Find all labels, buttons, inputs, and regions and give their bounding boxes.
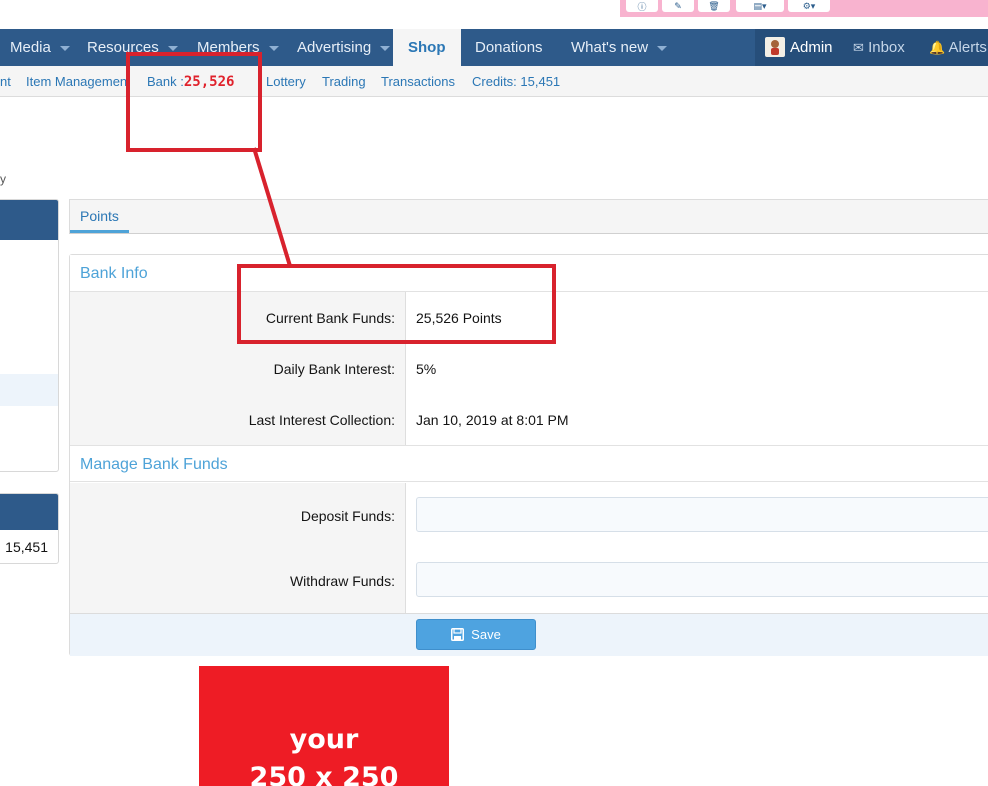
nav-tab-advertising[interactable]: Advertising xyxy=(297,29,391,66)
save-button-label: Save xyxy=(471,627,501,642)
withdraw-label: Withdraw Funds: xyxy=(289,573,395,589)
manage-funds-header: Manage Bank Funds xyxy=(70,445,988,482)
bell-icon: 🔔 xyxy=(929,40,946,55)
sidebar-credits-panel: 15,451 xyxy=(0,493,59,564)
annotation-box-funds xyxy=(237,264,556,344)
daily-interest-label: Daily Bank Interest: xyxy=(273,361,395,377)
subnav-item-transactions[interactable]: Transactions xyxy=(381,66,455,97)
nav-tab-shop[interactable]: Shop xyxy=(393,29,461,66)
last-collection-value: Jan 10, 2019 at 8:01 PM xyxy=(416,412,569,428)
deposit-input[interactable] xyxy=(416,497,988,532)
sidebar-credits-value: 15,451 xyxy=(5,539,48,555)
tab-bar: Points xyxy=(69,199,988,234)
tab-points[interactable]: Points xyxy=(70,200,129,233)
inbox-link[interactable]: ✉ Inbox xyxy=(853,29,905,66)
subnav-item-credits[interactable]: Credits: 15,451 xyxy=(472,66,560,97)
subnav-item-item-management[interactable]: Item Managemen xyxy=(26,66,127,97)
envelope-icon: ✉ xyxy=(853,40,864,55)
chevron-down-icon[interactable] xyxy=(167,45,178,51)
chevron-down-icon[interactable] xyxy=(657,45,668,51)
nav-tab-donations[interactable]: Donations xyxy=(475,29,543,66)
sidebar-panel-header xyxy=(0,200,58,240)
subnav-item-account[interactable]: nt xyxy=(0,66,11,97)
nav-tab-whats-new[interactable]: What's new xyxy=(571,29,668,66)
save-button[interactable]: Save xyxy=(416,619,536,650)
withdraw-input[interactable] xyxy=(416,562,988,597)
chart-dropdown-icon[interactable]: ▤▾ xyxy=(736,0,784,12)
annotation-connector-line xyxy=(252,147,292,267)
floppy-disk-icon xyxy=(451,628,465,641)
ad-banner[interactable]: your 250 x 250 xyxy=(199,666,449,786)
breadcrumb-fragment: y xyxy=(0,172,6,186)
alerts-link[interactable]: 🔔 Alerts xyxy=(929,29,987,66)
annotation-box-bank xyxy=(126,52,262,152)
daily-interest-value: 5% xyxy=(416,361,437,377)
form-footer: Save xyxy=(70,613,988,656)
user-menu[interactable]: Admin xyxy=(790,29,833,66)
subnav-item-lottery[interactable]: Lottery xyxy=(266,66,306,97)
chevron-down-icon[interactable] xyxy=(59,45,70,51)
subnav-item-trading[interactable]: Trading xyxy=(322,66,366,97)
trash-icon[interactable]: 🗑 xyxy=(698,0,730,12)
chevron-down-icon[interactable] xyxy=(268,45,279,51)
ad-line-2: 250 x 250 xyxy=(249,762,399,786)
deposit-label: Deposit Funds: xyxy=(300,508,395,524)
moderator-toolbar: ⓘ ✎ 🗑 ▤▾ ⚙▾ xyxy=(620,0,988,17)
ad-line-1: your xyxy=(289,724,359,755)
info-icon[interactable]: ⓘ xyxy=(626,0,658,12)
manage-funds-labels: Deposit Funds: Withdraw Funds: xyxy=(70,483,406,613)
edit-icon[interactable]: ✎ xyxy=(662,0,694,12)
user-navigation: Admin ✉ Inbox 🔔 Alerts xyxy=(755,29,988,66)
last-collection-label: Last Interest Collection: xyxy=(248,412,395,428)
chevron-down-icon[interactable] xyxy=(380,45,391,51)
sidebar-panel xyxy=(0,199,59,472)
sidebar-item-selected[interactable] xyxy=(0,374,58,406)
sidebar-credits-header xyxy=(0,494,58,530)
avatar[interactable] xyxy=(765,37,785,57)
nav-tab-media[interactable]: Media xyxy=(10,29,70,66)
gear-dropdown-icon[interactable]: ⚙▾ xyxy=(788,0,830,12)
